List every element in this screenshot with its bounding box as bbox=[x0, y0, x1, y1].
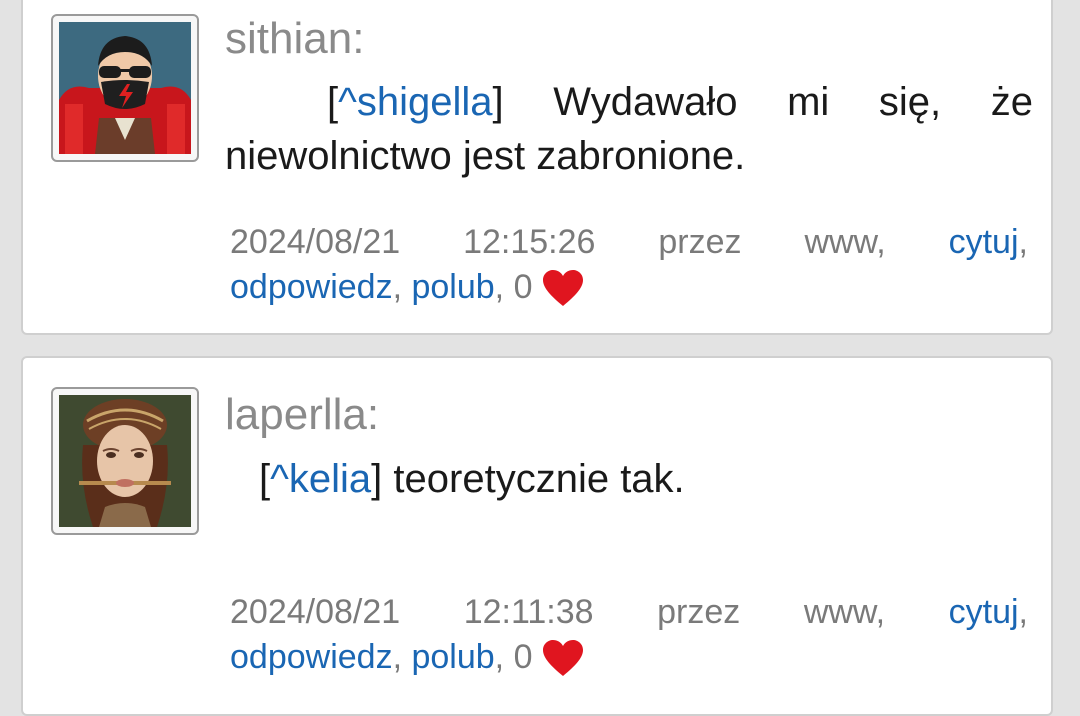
quote-link[interactable]: cytuj bbox=[949, 593, 1019, 631]
via-source: www, bbox=[803, 593, 886, 631]
masked-man-avatar-icon bbox=[59, 22, 191, 154]
via-label: przez bbox=[657, 593, 741, 631]
reply-link[interactable]: odpowiedz bbox=[230, 635, 393, 680]
user-avatar[interactable] bbox=[51, 14, 199, 162]
comment-meta: 2024/08/21 12:15:26 przez www, cytuj, od… bbox=[230, 220, 1028, 310]
comment-text: teoretycznie tak. bbox=[382, 457, 685, 501]
renaissance-woman-avatar-icon bbox=[59, 395, 191, 527]
comment-username: sithian: bbox=[225, 14, 365, 63]
heart-icon[interactable] bbox=[541, 268, 585, 308]
comment-date: 2024/08/21 bbox=[230, 593, 401, 631]
comment-username: laperlla: bbox=[225, 390, 380, 439]
heart-icon[interactable] bbox=[541, 638, 585, 678]
comment-card: sithian: [^shigella] Wydawało mi się, że… bbox=[21, 0, 1053, 335]
like-link[interactable]: polub bbox=[411, 635, 494, 680]
comment-card: laperlla: [^kelia] teoretycznie tak. 202… bbox=[21, 356, 1053, 716]
via-source: www, bbox=[804, 223, 886, 261]
like-count: 0 bbox=[513, 638, 533, 676]
reply-reference-link[interactable]: ^shigella bbox=[338, 80, 492, 124]
comment-date: 2024/08/21 bbox=[230, 223, 401, 261]
quote-link[interactable]: cytuj bbox=[949, 223, 1019, 261]
comment-time: 12:15:26 bbox=[463, 223, 596, 261]
reply-link[interactable]: odpowiedz bbox=[230, 265, 393, 310]
comment-time: 12:11:38 bbox=[463, 593, 594, 631]
like-link[interactable]: polub bbox=[411, 265, 494, 310]
like-count: 0 bbox=[513, 268, 533, 306]
via-label: przez bbox=[658, 223, 742, 261]
comment-meta: 2024/08/21 12:11:38 przez www, cytuj, od… bbox=[230, 590, 1028, 680]
user-avatar[interactable] bbox=[51, 387, 199, 535]
comment-message: [^kelia] teoretycznie tak. bbox=[259, 457, 685, 501]
comment-message: [^shigella] Wydawało mi się, że niewolni… bbox=[225, 80, 1033, 178]
reply-reference-link[interactable]: ^kelia bbox=[270, 457, 371, 501]
